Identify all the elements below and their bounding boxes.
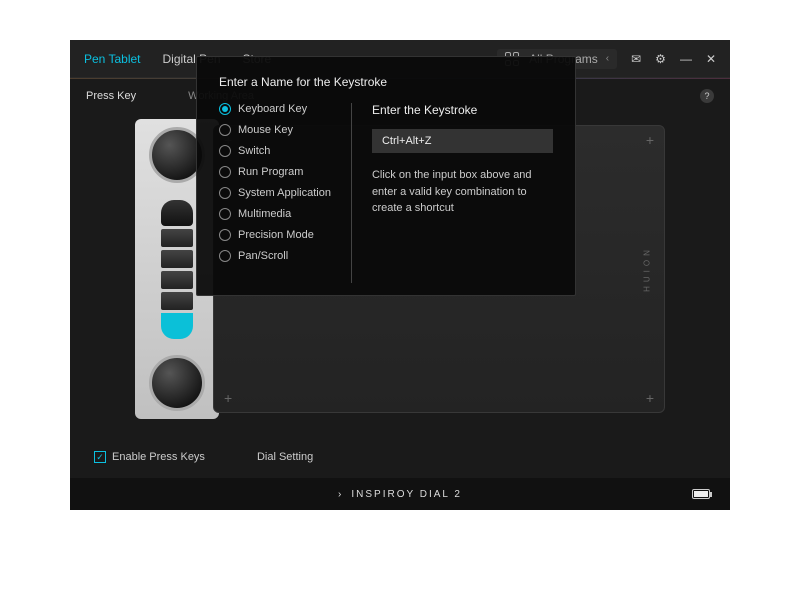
dial-bottom[interactable] [149, 355, 205, 411]
express-key-4[interactable] [161, 271, 193, 289]
battery-icon [692, 489, 710, 499]
express-key-6-selected[interactable] [161, 313, 193, 339]
keystroke-hint: Click on the input box above and enter a… [372, 167, 553, 217]
radio-switch[interactable]: Switch [219, 145, 331, 157]
subtab-press-key[interactable]: Press Key [86, 90, 136, 102]
help-icon[interactable]: ? [700, 89, 714, 103]
express-keys [161, 200, 193, 339]
mail-icon[interactable]: ✉ [631, 52, 641, 66]
express-key-3[interactable] [161, 250, 193, 268]
keystroke-dialog: Enter a Name for the Keystroke Keyboard … [196, 56, 576, 296]
dialog-right-panel: Enter the Keystroke Ctrl+Alt+Z Click on … [372, 103, 553, 283]
enable-press-keys-checkbox[interactable]: ✓ Enable Press Keys [94, 451, 205, 463]
checkbox-icon: ✓ [94, 451, 106, 463]
dialog-divider [351, 103, 352, 283]
tab-pen-tablet[interactable]: Pen Tablet [84, 52, 141, 66]
keystroke-type-list: Keyboard Key Mouse Key Switch Run Progra… [219, 103, 331, 283]
corner-marker: + [646, 132, 654, 148]
express-key-5[interactable] [161, 292, 193, 310]
gear-icon[interactable]: ⚙ [655, 52, 666, 66]
enter-keystroke-title: Enter the Keystroke [372, 103, 553, 117]
device-bar: › INSPIROY DIAL 2 [70, 478, 730, 510]
brand-label: HUION [643, 246, 652, 292]
device-name: INSPIROY DIAL 2 [351, 489, 462, 500]
app-window: Pen Tablet Digital Pen Store All Program… [70, 40, 730, 510]
radio-mouse-key[interactable]: Mouse Key [219, 124, 331, 136]
chevron-right-icon[interactable]: › [338, 489, 343, 500]
corner-marker: + [224, 390, 232, 406]
dialog-title: Enter a Name for the Keystroke [219, 75, 553, 89]
keystroke-input[interactable]: Ctrl+Alt+Z [372, 129, 553, 153]
corner-marker: + [646, 390, 654, 406]
express-key-1[interactable] [161, 200, 193, 226]
radio-keyboard-key[interactable]: Keyboard Key [219, 103, 331, 115]
radio-run-program[interactable]: Run Program [219, 166, 331, 178]
bottombar: ✓ Enable Press Keys Dial Setting [70, 442, 730, 472]
radio-precision-mode[interactable]: Precision Mode [219, 229, 331, 241]
dial-setting-link[interactable]: Dial Setting [257, 451, 313, 463]
radio-system-application[interactable]: System Application [219, 187, 331, 199]
minimize-icon[interactable]: — [680, 52, 692, 66]
radio-pan-scroll[interactable]: Pan/Scroll [219, 250, 331, 262]
express-key-2[interactable] [161, 229, 193, 247]
radio-multimedia[interactable]: Multimedia [219, 208, 331, 220]
chevron-left-icon: ‹ [606, 53, 609, 64]
close-icon[interactable]: ✕ [706, 52, 716, 66]
